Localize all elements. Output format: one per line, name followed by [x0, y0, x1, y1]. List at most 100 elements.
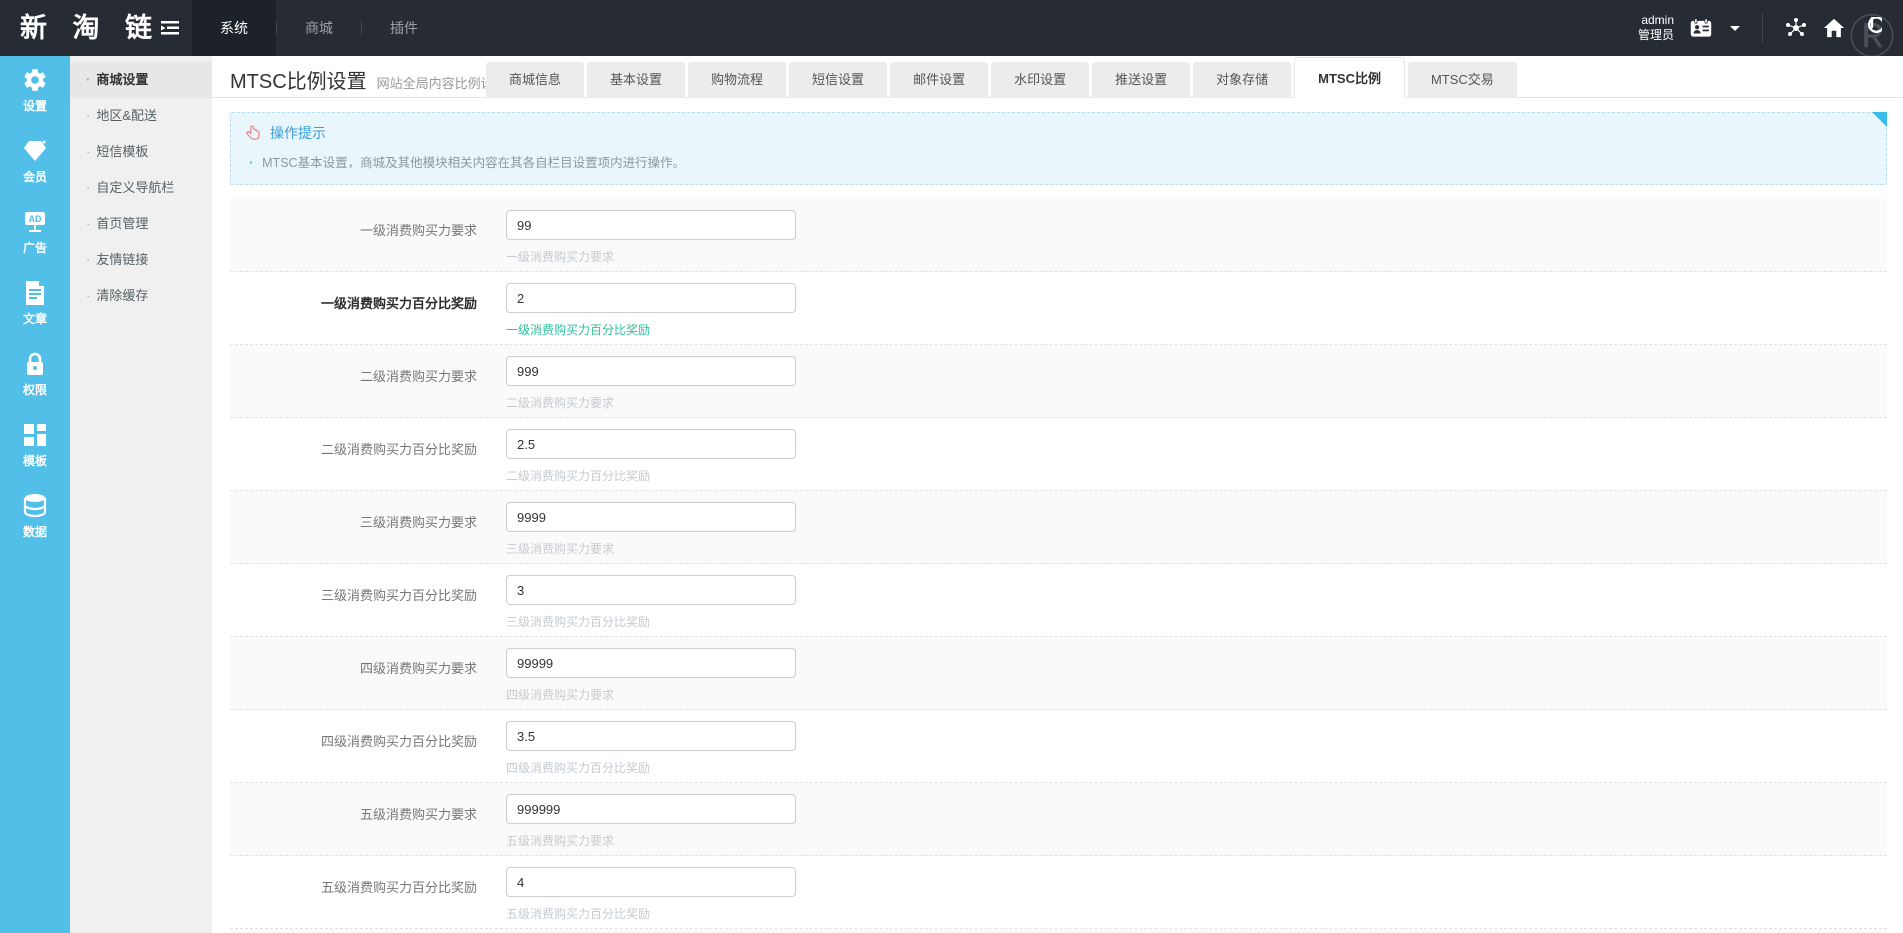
form-row-input[interactable] — [506, 429, 796, 459]
sidebar-item-permissions[interactable]: 权限 — [0, 340, 70, 411]
form-row-hint: 四级消费购买力百分比奖励 — [506, 759, 796, 776]
topbar-divider — [1762, 13, 1763, 43]
submenu-label: 清除缓存 — [96, 288, 148, 303]
home-icon[interactable] — [1823, 17, 1845, 39]
sidebar-label: 模板 — [0, 452, 70, 469]
database-icon — [0, 491, 70, 521]
sidebar-item-templates[interactable]: 模板 — [0, 411, 70, 482]
submenu-item[interactable]: · 清除缓存 — [70, 278, 212, 314]
topnav-item[interactable]: 商城 — [277, 0, 361, 56]
form-row-label: 五级消费购买力要求 — [230, 804, 477, 823]
settings-tab[interactable]: 邮件设置 — [890, 62, 988, 98]
share-icon[interactable] — [1785, 17, 1807, 39]
submenu-bullet: · — [86, 144, 90, 159]
form-row-input[interactable] — [506, 210, 796, 240]
form-row: 三级消费购买力要求 三级消费购买力要求 — [230, 491, 1887, 564]
form-row-input[interactable] — [506, 721, 796, 751]
submenu-label: 短信模板 — [96, 144, 148, 159]
admin-role: 管理员 — [1638, 28, 1674, 43]
form-row-field: 四级消费购买力百分比奖励 — [506, 721, 796, 776]
topnav-item[interactable]: 插件 — [362, 0, 446, 56]
form-row-input[interactable] — [506, 283, 796, 313]
form-row-field: 一级消费购买力百分比奖励 — [506, 283, 796, 338]
form-row-field: 五级消费购买力要求 — [506, 794, 796, 849]
form-row-hint: 二级消费购买力百分比奖励 — [506, 467, 796, 484]
submenu-label: 商城设置 — [96, 72, 148, 87]
form-row-label: 五级消费购买力百分比奖励 — [230, 877, 477, 896]
settings-tab[interactable]: 对象存储 — [1193, 62, 1291, 98]
topnav-item[interactable]: 系统 — [192, 0, 276, 56]
icon-sidebar: 设置 会员 AD 广告 文章 权限 模板 数据 — [0, 56, 70, 933]
settings-tab[interactable]: 推送设置 — [1092, 62, 1190, 98]
page-title-text: MTSC比例设置 — [230, 71, 367, 93]
sidebar-item-members[interactable]: 会员 — [0, 127, 70, 198]
power-icon[interactable] — [1861, 17, 1883, 39]
tip-title: 操作提示 — [270, 123, 326, 143]
form-row-label: 三级消费购买力百分比奖励 — [230, 585, 477, 604]
form-row-hint: 五级消费购买力百分比奖励 — [506, 905, 796, 922]
submenu-bullet: · — [86, 108, 90, 123]
id-card-icon[interactable] — [1690, 17, 1712, 39]
sidebar-item-articles[interactable]: 文章 — [0, 269, 70, 340]
form-row-label: 一级消费购买力百分比奖励 — [230, 293, 477, 312]
menu-fold-icon — [161, 21, 179, 35]
sidebar-label: 设置 — [0, 97, 70, 114]
gear-icon — [0, 65, 70, 95]
admin-info[interactable]: admin 管理员 — [1638, 13, 1674, 43]
submenu-label: 自定义导航栏 — [96, 180, 174, 195]
form-row: 一级消费购买力要求 一级消费购买力要求 — [230, 199, 1887, 272]
settings-tab[interactable]: 基本设置 — [587, 62, 685, 98]
ad-icon: AD — [0, 207, 70, 237]
page-header: MTSC比例设置网站全局内容比例设置 商城信息基本设置购物流程短信设置邮件设置水… — [212, 56, 1903, 98]
form-row-label: 一级消费购买力要求 — [230, 220, 477, 239]
settings-tab[interactable]: 购物流程 — [688, 62, 786, 98]
form-row-input[interactable] — [506, 502, 796, 532]
form-row-input[interactable] — [506, 867, 796, 897]
article-icon — [0, 278, 70, 308]
sidebar-item-ads[interactable]: AD 广告 — [0, 198, 70, 269]
settings-tab[interactable]: 商城信息 — [486, 62, 584, 98]
mtsc-ratio-form: 一级消费购买力要求 一级消费购买力要求 一级消费购买力百分比奖励 一级消费购买力… — [230, 199, 1887, 933]
submenu-bullet: · — [86, 288, 90, 303]
submenu-item[interactable]: · 自定义导航栏 — [70, 170, 212, 206]
sidebar-item-data[interactable]: 数据 — [0, 482, 70, 553]
tip-text: ·MTSC基本设置，商城及其他模块相关内容在其各自栏目设置项内进行操作。 — [249, 152, 1872, 171]
operation-tip-box: 操作提示 ·MTSC基本设置，商城及其他模块相关内容在其各自栏目设置项内进行操作… — [230, 112, 1887, 185]
sidebar-label: 数据 — [0, 523, 70, 540]
form-row-label: 三级消费购买力要求 — [230, 512, 477, 531]
submenu-item[interactable]: · 短信模板 — [70, 134, 212, 170]
submenu-bullet: · — [86, 216, 90, 231]
settings-tab[interactable]: 水印设置 — [991, 62, 1089, 98]
sidebar-collapse-icon[interactable] — [148, 0, 192, 56]
submenu-label: 首页管理 — [96, 216, 148, 231]
form-row-input[interactable] — [506, 794, 796, 824]
settings-tab[interactable]: MTSC比例 — [1294, 57, 1405, 98]
form-row-input[interactable] — [506, 575, 796, 605]
form-row — [230, 929, 1887, 933]
topnav: 系统商城插件 — [192, 0, 446, 56]
sidebar-item-settings[interactable]: 设置 — [0, 56, 70, 127]
submenu-item[interactable]: · 首页管理 — [70, 206, 212, 242]
form-row-field: 三级消费购买力要求 — [506, 502, 796, 557]
settings-tab[interactable]: MTSC交易 — [1408, 62, 1517, 98]
caret-down-icon[interactable] — [1730, 26, 1740, 31]
form-row-hint: 五级消费购买力要求 — [506, 832, 796, 849]
tip-text-content: MTSC基本设置，商城及其他模块相关内容在其各自栏目设置项内进行操作。 — [262, 156, 685, 170]
main-content: MTSC比例设置网站全局内容比例设置 商城信息基本设置购物流程短信设置邮件设置水… — [212, 56, 1903, 933]
app-logo: 新 淘 链 — [0, 0, 148, 56]
form-row-input[interactable] — [506, 356, 796, 386]
form-row-field: 一级消费购买力要求 — [506, 210, 796, 265]
form-row-input[interactable] — [506, 648, 796, 678]
settings-tab[interactable]: 短信设置 — [789, 62, 887, 98]
form-row-field: 五级消费购买力百分比奖励 — [506, 867, 796, 922]
submenu-item[interactable]: ·地区&配送 — [70, 98, 212, 134]
form-row-hint: 一级消费购买力百分比奖励 — [506, 321, 796, 338]
submenu-bullet: · — [86, 72, 90, 87]
submenu-bullet: · — [86, 180, 90, 195]
hand-pointer-icon — [245, 124, 262, 142]
submenu-item[interactable]: ·友情链接 — [70, 242, 212, 278]
tip-header: 操作提示 — [245, 123, 1872, 143]
submenu-item[interactable]: · 商城设置 — [70, 62, 212, 98]
sidebar-label: 会员 — [0, 168, 70, 185]
form-row: 二级消费购买力要求 二级消费购买力要求 — [230, 345, 1887, 418]
